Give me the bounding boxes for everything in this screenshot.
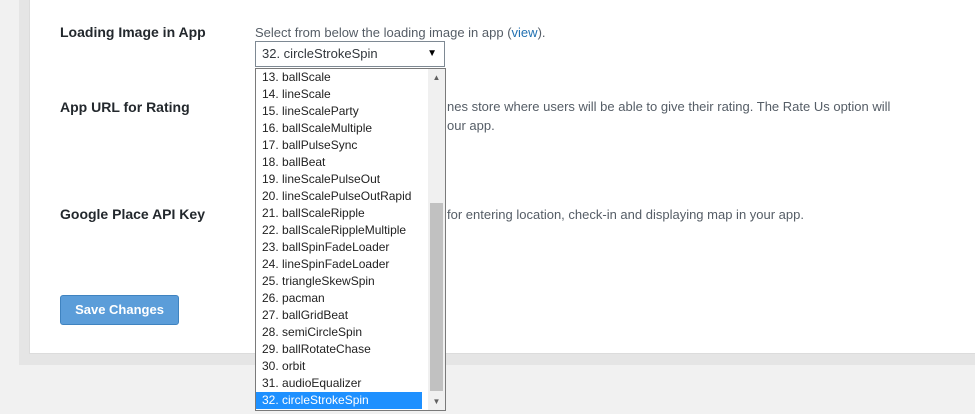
google-api-label: Google Place API Key bbox=[60, 206, 205, 222]
dropdown-option[interactable]: 20. lineScalePulseOutRapid bbox=[256, 188, 422, 205]
dropdown-scrollbar[interactable]: ▲ ▼ bbox=[428, 69, 445, 410]
dropdown-option[interactable]: 29. ballRotateChase bbox=[256, 341, 422, 358]
app-url-description-line1: nes store where users will be able to gi… bbox=[447, 99, 891, 114]
triangle-down-icon[interactable]: ▼ bbox=[428, 393, 445, 410]
loading-image-description-text: Select from below the loading image in a… bbox=[255, 25, 512, 40]
dropdown-option[interactable]: 28. semiCircleSpin bbox=[256, 324, 422, 341]
dropdown-option[interactable]: 30. orbit bbox=[256, 358, 422, 375]
scrollbar-thumb[interactable] bbox=[430, 203, 443, 391]
loading-image-description-end: ). bbox=[537, 25, 546, 40]
dropdown-option[interactable]: 27. ballGridBeat bbox=[256, 307, 422, 324]
dropdown-option[interactable]: 16. ballScaleMultiple bbox=[256, 120, 422, 137]
dropdown-option[interactable]: 13. ballScale bbox=[256, 69, 422, 86]
dropdown-option[interactable]: 31. audioEqualizer bbox=[256, 375, 422, 392]
dropdown-arrow-icon: ▼ bbox=[427, 48, 437, 59]
loading-image-select[interactable]: 32. circleStrokeSpin ▼ bbox=[255, 41, 445, 67]
dropdown-option[interactable]: 25. triangleSkewSpin bbox=[256, 273, 422, 290]
dropdown-option[interactable]: 32. circleStrokeSpin bbox=[256, 392, 422, 409]
dropdown-option[interactable]: 18. ballBeat bbox=[256, 154, 422, 171]
app-url-description-line2: our app. bbox=[447, 118, 495, 133]
loading-image-label: Loading Image in App bbox=[60, 24, 206, 40]
dropdown-option[interactable]: 15. lineScaleParty bbox=[256, 103, 422, 120]
loading-image-description: Select from below the loading image in a… bbox=[255, 23, 546, 42]
dropdown-option[interactable]: 22. ballScaleRippleMultiple bbox=[256, 222, 422, 239]
dropdown-options: 13. ballScale 14. lineScale 15. lineScaleP… bbox=[256, 69, 445, 409]
loading-image-dropdown-list[interactable]: 13. ballScale 14. lineScale 15. lineScaleP… bbox=[255, 68, 446, 411]
dropdown-option[interactable]: 19. lineScalePulseOut bbox=[256, 171, 422, 188]
save-changes-button[interactable]: Save Changes bbox=[60, 295, 179, 325]
dropdown-option[interactable]: 24. lineSpinFadeLoader bbox=[256, 256, 422, 273]
view-link[interactable]: view bbox=[512, 25, 538, 40]
dropdown-option[interactable]: 17. ballPulseSync bbox=[256, 137, 422, 154]
google-api-description: for entering location, check-in and disp… bbox=[447, 207, 804, 222]
dropdown-option[interactable]: 23. ballSpinFadeLoader bbox=[256, 239, 422, 256]
triangle-up-icon[interactable]: ▲ bbox=[428, 69, 445, 86]
loading-image-select-value: 32. circleStrokeSpin bbox=[262, 46, 378, 61]
dropdown-option[interactable]: 14. lineScale bbox=[256, 86, 422, 103]
dropdown-option[interactable]: 26. pacman bbox=[256, 290, 422, 307]
app-url-label: App URL for Rating bbox=[60, 99, 190, 115]
dropdown-option[interactable]: 21. ballScaleRipple bbox=[256, 205, 422, 222]
